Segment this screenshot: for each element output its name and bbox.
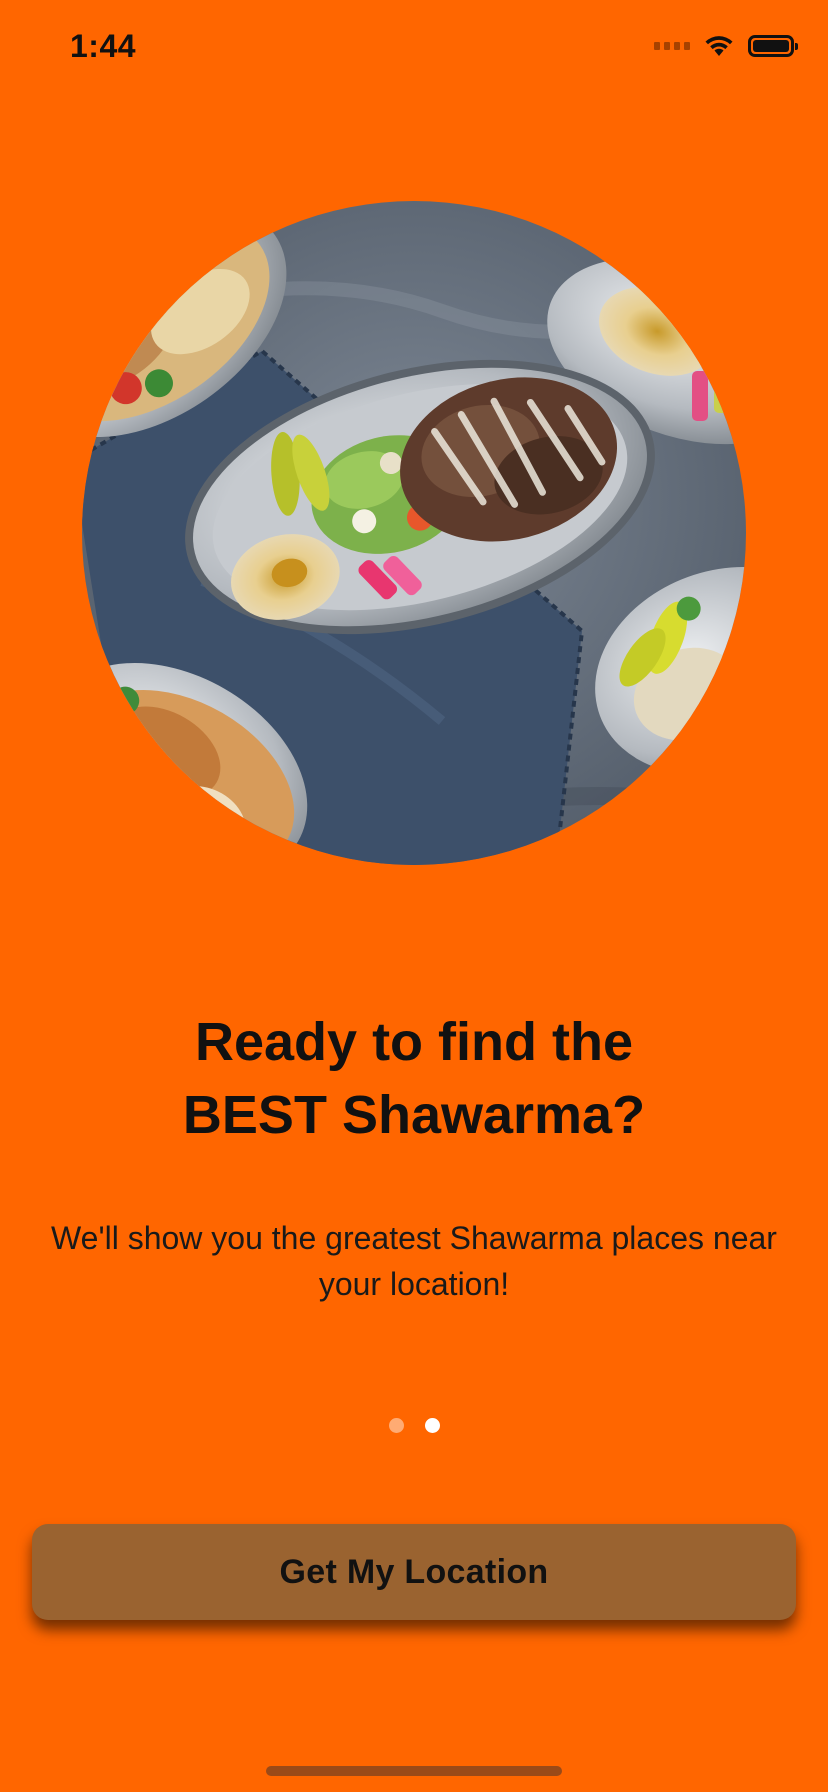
battery-icon [748,35,798,57]
cellular-signal-icon [654,42,690,50]
onboarding-screen: 1:44 Ready to find the BEST Shawarma? We… [0,0,828,1792]
wifi-icon [705,36,733,56]
get-my-location-button[interactable]: Get My Location [32,1524,796,1620]
title-line-2: BEST Shawarma? [182,1085,646,1145]
status-bar: 1:44 [0,0,828,96]
shawarma-plates-photo [82,201,746,865]
home-indicator[interactable] [266,1766,562,1776]
get-my-location-label: Get My Location [279,1552,549,1591]
page-indicator[interactable] [0,1418,828,1433]
status-time: 1:44 [70,28,137,64]
page-dot-2-active[interactable] [424,1418,440,1433]
page-dot-1[interactable] [388,1418,404,1433]
title-line-1: Ready to find the [194,1012,633,1072]
onboarding-title: Ready to find the BEST Shawarma? [0,1015,828,1142]
status-icons [654,34,798,58]
onboarding-subtitle: We'll show you the greatest Shawarma pla… [51,1220,777,1302]
